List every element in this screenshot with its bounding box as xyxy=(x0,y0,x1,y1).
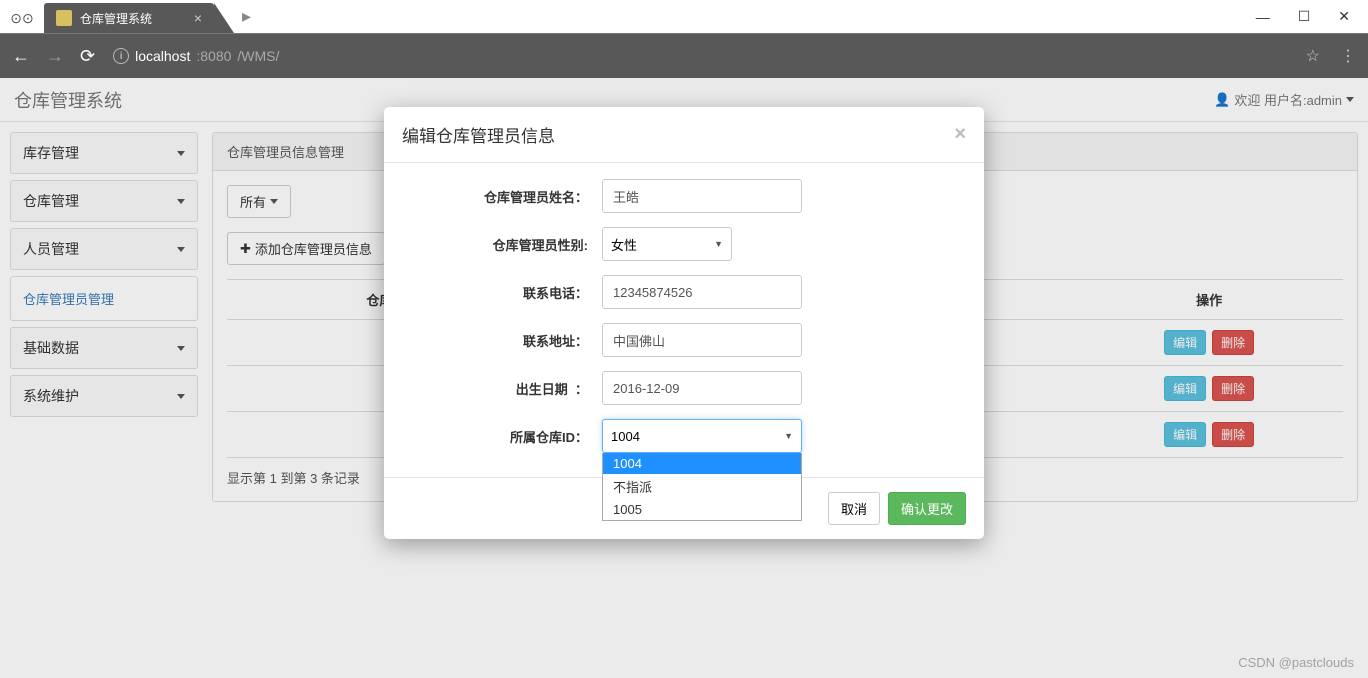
label-birth: 出生日期 ： xyxy=(402,379,602,398)
tab-shape xyxy=(214,3,234,33)
watermark: CSDN @pastclouds xyxy=(1238,655,1354,670)
phone-input[interactable] xyxy=(602,275,802,309)
address-bar-row: ← → ⟳ i localhost :8080/WMS/ ☆ ⋮ xyxy=(0,34,1368,78)
address-bar[interactable]: i localhost :8080/WMS/ xyxy=(113,48,279,64)
menu-icon[interactable]: ⋮ xyxy=(1340,46,1356,66)
close-window-icon[interactable]: ✕ xyxy=(1338,8,1350,25)
tab-strip: ⊙⊙ 仓库管理系统 × ▸ — ☐ ✕ xyxy=(0,0,1368,34)
window-controls: — ☐ ✕ xyxy=(1256,2,1368,32)
url-path: /WMS/ xyxy=(237,48,279,64)
birth-input[interactable] xyxy=(602,371,802,405)
edit-admin-modal: 编辑仓库管理员信息 × 仓库管理员姓名： 仓库管理员性别: 女性▼ 联系电话： … xyxy=(384,107,984,539)
star-icon[interactable]: ☆ xyxy=(1306,46,1320,66)
minimize-icon[interactable]: — xyxy=(1256,9,1270,25)
forward-icon: → xyxy=(46,46,64,67)
repo-option[interactable]: 不指派 xyxy=(603,474,801,499)
label-address: 联系地址： xyxy=(402,331,602,350)
url-host: localhost xyxy=(135,48,190,64)
confirm-button[interactable]: 确认更改 xyxy=(888,492,966,525)
close-icon[interactable]: × xyxy=(954,123,966,146)
tab-profile-icon[interactable]: ⊙⊙ xyxy=(0,3,44,33)
repo-dropdown-list: 1004 不指派 1005 xyxy=(602,453,802,521)
tab-close-icon[interactable]: × xyxy=(194,10,202,26)
favicon-icon xyxy=(56,10,72,26)
label-name: 仓库管理员姓名： xyxy=(402,187,602,206)
gender-select[interactable]: 女性▼ xyxy=(602,227,732,261)
new-tab-button[interactable]: ▸ xyxy=(242,6,262,27)
browser-chrome: ⊙⊙ 仓库管理系统 × ▸ — ☐ ✕ ← → ⟳ i localhost :80… xyxy=(0,0,1368,78)
repo-option[interactable]: 1004 xyxy=(603,453,801,474)
back-icon[interactable]: ← xyxy=(12,46,30,67)
name-input[interactable] xyxy=(602,179,802,213)
reload-icon[interactable]: ⟳ xyxy=(80,46,95,67)
tab-title: 仓库管理系统 xyxy=(80,10,152,27)
cancel-button[interactable]: 取消 xyxy=(828,492,880,525)
repo-select[interactable]: 1004▼ 1004 不指派 1005 xyxy=(602,419,802,453)
url-port: :8080 xyxy=(196,48,231,64)
label-repo: 所属仓库ID： xyxy=(402,427,602,446)
label-phone: 联系电话： xyxy=(402,283,602,302)
chevron-down-icon: ▼ xyxy=(714,239,723,249)
maximize-icon[interactable]: ☐ xyxy=(1298,8,1311,25)
browser-tab[interactable]: 仓库管理系统 × xyxy=(44,3,214,33)
modal-title: 编辑仓库管理员信息 xyxy=(402,122,555,147)
label-gender: 仓库管理员性别: xyxy=(402,235,602,254)
address-input[interactable] xyxy=(602,323,802,357)
chevron-down-icon: ▼ xyxy=(784,431,793,441)
site-info-icon[interactable]: i xyxy=(113,48,129,64)
nav-controls: ← → ⟳ xyxy=(12,46,95,67)
repo-option[interactable]: 1005 xyxy=(603,499,801,520)
